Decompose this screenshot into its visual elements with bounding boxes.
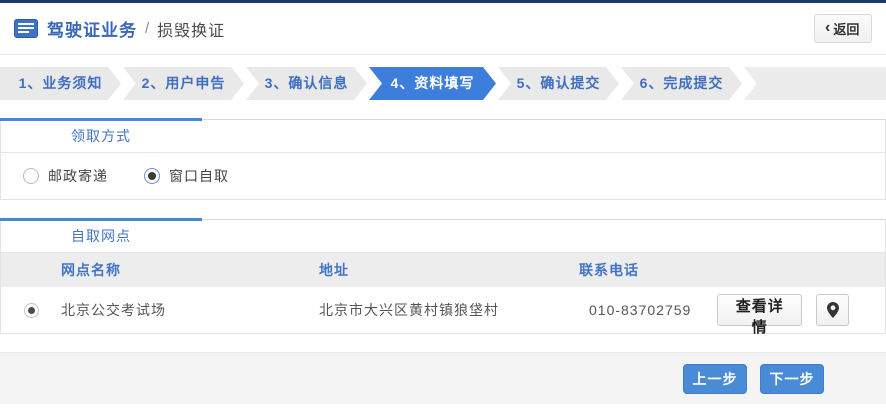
map-pin-button[interactable] [816,294,849,326]
table-row[interactable]: 北京公交考试场 北京市大兴区黄村镇狼垡村 010-83702759 查看详情 [1,287,885,336]
row-outlet-address: 北京市大兴区黄村镇狼垡村 [319,302,499,318]
tab-step-6[interactable]: 6、完成提交 [621,67,742,100]
location-pin-icon [826,302,839,318]
pickup-outlets-panel: 自取网点 网点名称 地址 联系电话 北京公交考试场 北京市大兴区黄村镇狼垡村 0… [0,218,886,336]
radio-option-window-pickup[interactable]: 窗口自取 [144,166,229,186]
row-outlet-phone: 010-83702759 [589,302,692,318]
pickup-method-panel: 领取方式 邮政寄递 窗口自取 [0,118,886,200]
header: 驾驶证业务 / 损毁换证 ‹ 返回 [0,3,886,55]
tab-step-2[interactable]: 2、用户申告 [123,67,244,100]
radio-option-postal-delivery[interactable]: 邮政寄递 [23,166,108,186]
page: 驾驶证业务 / 损毁换证 ‹ 返回 1、业务须知 2、用户申告 3、确认信息 4… [0,0,886,410]
view-details-button[interactable]: 查看详情 [717,294,803,336]
back-button[interactable]: ‹ 返回 [814,14,872,43]
outlets-table-header: 网点名称 地址 联系电话 [1,253,885,287]
step-tabs-filler [744,67,886,100]
radio-option-label: 窗口自取 [169,168,229,184]
row-outlet-name: 北京公交考试场 [61,302,166,318]
column-header-name: 网点名称 [61,262,121,278]
chevron-left-icon: ‹ [825,18,831,36]
pickup-outlets-header: 自取网点 [0,218,885,253]
row-radio-selected-icon[interactable] [23,302,39,318]
breadcrumb-current: 损毁换证 [157,22,226,40]
row-radio-cell [1,302,61,318]
next-step-button[interactable]: 下一步 [760,363,824,394]
tab-step-4-active[interactable]: 4、资料填写 [369,67,496,100]
pickup-method-header: 领取方式 [0,118,885,153]
column-header-phone: 联系电话 [579,262,639,278]
license-card-icon [14,19,38,38]
tab-step-3[interactable]: 3、确认信息 [246,67,367,100]
radio-option-label: 邮政寄递 [48,168,108,184]
tab-step-1[interactable]: 1、业务须知 [0,67,121,100]
pickup-method-options: 邮政寄递 窗口自取 [1,153,885,199]
radio-selected-icon[interactable] [144,168,160,184]
column-header-address: 地址 [319,262,349,278]
back-button-label: 返回 [833,22,860,37]
radio-unselected-icon[interactable] [23,168,39,184]
pickup-method-title: 领取方式 [71,128,131,144]
footer-action-bar: 上一步 下一步 [0,352,886,404]
step-tabs: 1、业务须知 2、用户申告 3、确认信息 4、资料填写 5、确认提交 6、完成提… [0,67,886,100]
page-title: 驾驶证业务 [47,21,137,40]
prev-step-button[interactable]: 上一步 [683,363,747,394]
row-actions: 查看详情 [717,294,885,336]
pickup-outlets-title: 自取网点 [71,228,131,244]
breadcrumb-separator: / [145,20,150,37]
tab-step-5[interactable]: 5、确认提交 [498,67,619,100]
